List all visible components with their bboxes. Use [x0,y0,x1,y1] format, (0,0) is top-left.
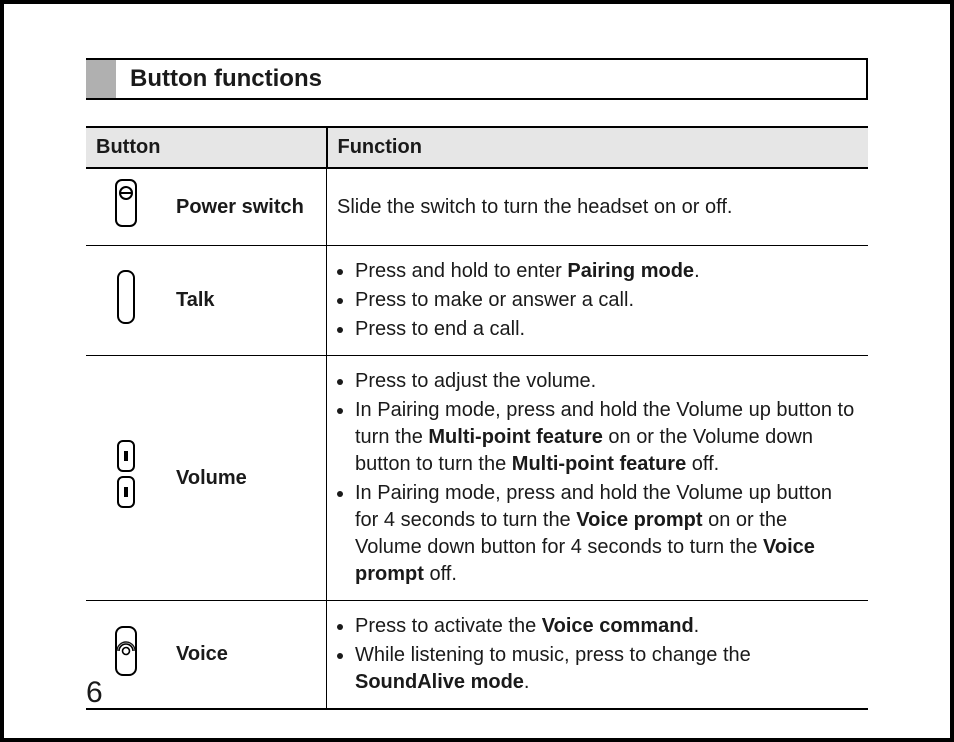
manual-page: Button functions Button Function [0,0,954,742]
function-list: Press to adjust the volume. In Pairing m… [337,368,858,588]
table-header-function: Function [327,127,869,168]
table-row: Power switch Slide the switch to turn th… [86,168,868,246]
volume-button-icon [113,439,139,509]
table-row: Volume Press to adjust the volume. In Pa… [86,356,868,601]
table-row: Talk Press and hold to enter Pairing mod… [86,246,868,356]
list-item: Press to adjust the volume. [355,368,858,395]
talk-button-icon [115,269,137,325]
function-cell: Press to adjust the volume. In Pairing m… [327,356,869,601]
heading-accent [86,60,116,98]
button-label: Power switch [166,168,327,246]
table-row: Voice Press to activate the Voice comman… [86,601,868,710]
power-switch-icon [113,179,139,227]
list-item: Press and hold to enter Pairing mode. [355,258,858,285]
button-functions-table: Button Function [86,126,868,710]
function-cell: Press to activate the Voice command. Whi… [327,601,869,710]
page-number: 6 [86,676,103,710]
function-cell: Slide the switch to turn the headset on … [327,168,869,246]
list-item: Press to end a call. [355,316,858,343]
icon-cell [86,356,166,601]
list-item: While listening to music, press to chang… [355,642,858,696]
section-title-text: Button functions [116,60,866,98]
function-list: Press and hold to enter Pairing mode. Pr… [337,258,858,343]
function-cell: Press and hold to enter Pairing mode. Pr… [327,246,869,356]
page-content: Button functions Button Function [86,58,868,688]
function-text: Slide the switch to turn the headset on … [337,196,732,218]
list-item: Press to activate the Voice command. [355,613,858,640]
button-label: Voice [166,601,327,710]
button-label: Talk [166,246,327,356]
list-item: In Pairing mode, press and hold the Volu… [355,397,858,478]
list-item: In Pairing mode, press and hold the Volu… [355,480,858,588]
table-header-button: Button [86,127,327,168]
icon-cell [86,246,166,356]
section-heading: Button functions [86,58,868,100]
function-list: Press to activate the Voice command. Whi… [337,613,858,696]
voice-button-icon [112,625,140,677]
button-label: Volume [166,356,327,601]
list-item: Press to make or answer a call. [355,287,858,314]
icon-cell [86,168,166,246]
